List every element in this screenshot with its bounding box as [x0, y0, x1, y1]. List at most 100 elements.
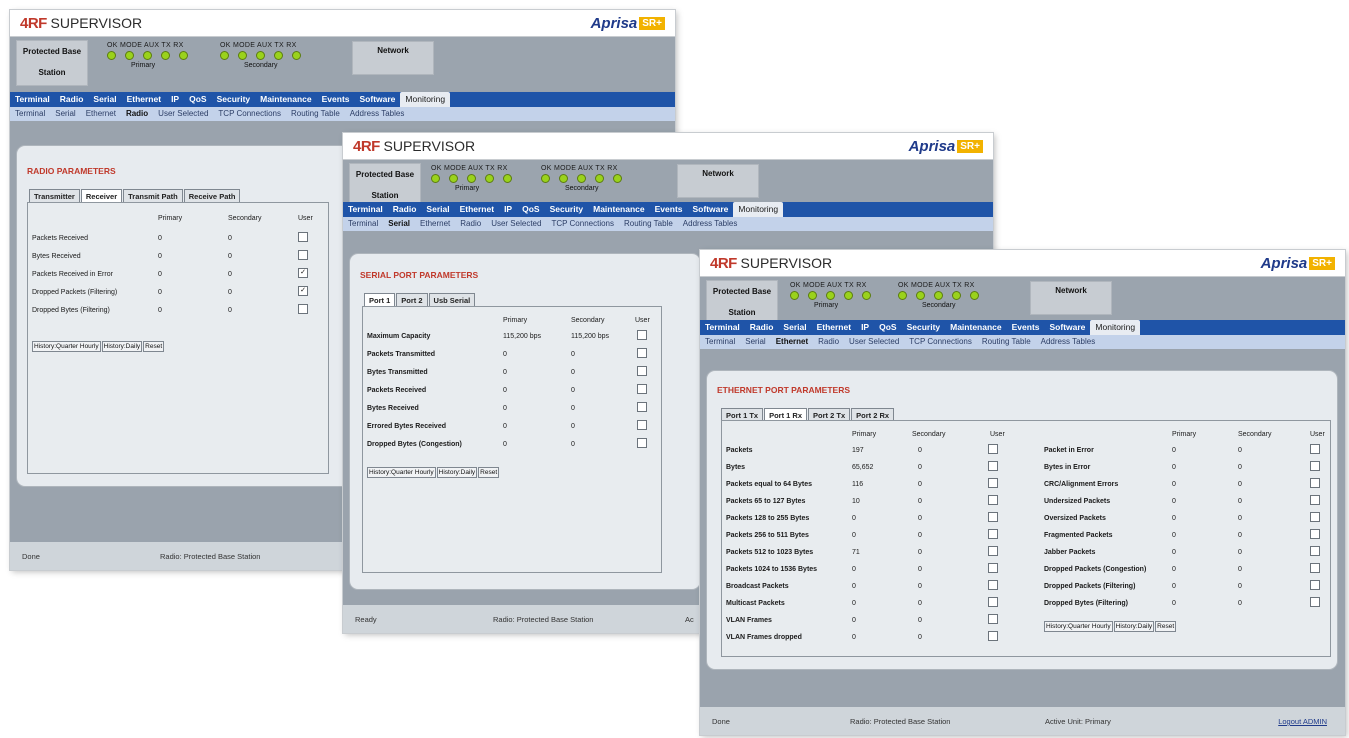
submenu-routing-table[interactable]: Routing Table [619, 217, 678, 231]
user-checkbox[interactable] [988, 631, 998, 641]
user-checkbox[interactable] [298, 304, 308, 314]
submenu-user-selected[interactable]: User Selected [486, 217, 546, 231]
menu-maintenance[interactable]: Maintenance [945, 320, 1007, 335]
user-checkbox[interactable] [298, 232, 308, 242]
user-checkbox[interactable] [988, 563, 998, 573]
submenu-user-selected[interactable]: User Selected [844, 335, 904, 349]
reset-button[interactable]: Reset [1155, 621, 1177, 632]
submenu-ethernet[interactable]: Ethernet [415, 217, 455, 231]
user-checkbox[interactable] [988, 495, 998, 505]
user-checkbox[interactable] [298, 250, 308, 260]
history-daily-button[interactable]: History:Daily [436, 467, 478, 478]
menu-events[interactable]: Events [317, 92, 355, 107]
menu-maintenance[interactable]: Maintenance [588, 202, 650, 217]
menu-monitoring[interactable]: Monitoring [400, 92, 451, 107]
user-checkbox[interactable] [1310, 563, 1320, 573]
submenu-tcp-connections[interactable]: TCP Connections [904, 335, 977, 349]
menu-qos[interactable]: QoS [517, 202, 544, 217]
user-checkbox[interactable] [988, 512, 998, 522]
network-badge[interactable]: Network [677, 164, 759, 198]
submenu-routing-table[interactable]: Routing Table [977, 335, 1036, 349]
menu-radio[interactable]: Radio [388, 202, 422, 217]
user-checkbox[interactable] [1310, 597, 1320, 607]
menu-monitoring[interactable]: Monitoring [1090, 320, 1141, 335]
menu-qos[interactable]: QoS [184, 92, 211, 107]
submenu-terminal[interactable]: Terminal [10, 107, 50, 121]
user-checkbox[interactable] [988, 444, 998, 454]
menu-events[interactable]: Events [650, 202, 688, 217]
user-checkbox[interactable] [637, 420, 647, 430]
menu-serial[interactable]: Serial [778, 320, 811, 335]
menu-radio[interactable]: Radio [745, 320, 779, 335]
network-badge[interactable]: Network [352, 41, 434, 75]
submenu-address-tables[interactable]: Address Tables [678, 217, 743, 231]
submenu-ethernet[interactable]: Ethernet [771, 335, 813, 349]
menu-security[interactable]: Security [212, 92, 256, 107]
submenu-radio[interactable]: Radio [121, 107, 153, 121]
history-quarter-hourly-button[interactable]: History:Quarter Hourly [367, 467, 436, 478]
menu-ip[interactable]: IP [499, 202, 517, 217]
submenu-ethernet[interactable]: Ethernet [81, 107, 121, 121]
user-checkbox[interactable] [988, 461, 998, 471]
submenu-terminal[interactable]: Terminal [700, 335, 740, 349]
user-checkbox[interactable] [1310, 461, 1320, 471]
submenu-tcp-connections[interactable]: TCP Connections [546, 217, 619, 231]
network-badge[interactable]: Network [1030, 281, 1112, 315]
user-checkbox[interactable] [637, 438, 647, 448]
menu-terminal[interactable]: Terminal [700, 320, 745, 335]
station-badge[interactable]: Protected Base Station [16, 40, 88, 86]
submenu-serial[interactable]: Serial [50, 107, 80, 121]
submenu-routing-table[interactable]: Routing Table [286, 107, 345, 121]
menu-software[interactable]: Software [1045, 320, 1091, 335]
user-checkbox[interactable] [1310, 495, 1320, 505]
menu-ethernet[interactable]: Ethernet [455, 202, 499, 217]
menu-security[interactable]: Security [902, 320, 946, 335]
menu-radio[interactable]: Radio [55, 92, 89, 107]
submenu-terminal[interactable]: Terminal [343, 217, 383, 231]
menu-maintenance[interactable]: Maintenance [255, 92, 317, 107]
history-daily-button[interactable]: History:Daily [101, 341, 143, 352]
menu-monitoring[interactable]: Monitoring [733, 202, 784, 217]
submenu-address-tables[interactable]: Address Tables [345, 107, 410, 121]
menu-ip[interactable]: IP [856, 320, 874, 335]
user-checkbox[interactable]: ✓ [298, 268, 308, 278]
menu-ethernet[interactable]: Ethernet [812, 320, 856, 335]
user-checkbox[interactable]: ✓ [298, 286, 308, 296]
user-checkbox[interactable] [988, 546, 998, 556]
user-checkbox[interactable] [1310, 546, 1320, 556]
submenu-serial[interactable]: Serial [740, 335, 770, 349]
submenu-tcp-connections[interactable]: TCP Connections [213, 107, 286, 121]
user-checkbox[interactable] [988, 580, 998, 590]
user-checkbox[interactable] [1310, 478, 1320, 488]
history-quarter-hourly-button[interactable]: History:Quarter Hourly [1044, 621, 1113, 632]
user-checkbox[interactable] [637, 348, 647, 358]
user-checkbox[interactable] [1310, 444, 1320, 454]
user-checkbox[interactable] [637, 402, 647, 412]
user-checkbox[interactable] [1310, 529, 1320, 539]
menu-events[interactable]: Events [1007, 320, 1045, 335]
menu-security[interactable]: Security [545, 202, 589, 217]
reset-button[interactable]: Reset [143, 341, 165, 352]
submenu-radio[interactable]: Radio [813, 335, 844, 349]
user-checkbox[interactable] [988, 614, 998, 624]
submenu-user-selected[interactable]: User Selected [153, 107, 213, 121]
submenu-address-tables[interactable]: Address Tables [1036, 335, 1101, 349]
user-checkbox[interactable] [988, 478, 998, 488]
history-quarter-hourly-button[interactable]: History:Quarter Hourly [32, 341, 101, 352]
menu-qos[interactable]: QoS [874, 320, 901, 335]
user-checkbox[interactable] [988, 597, 998, 607]
submenu-serial[interactable]: Serial [383, 217, 415, 231]
menu-software[interactable]: Software [355, 92, 401, 107]
menu-terminal[interactable]: Terminal [10, 92, 55, 107]
logout-link[interactable]: Logout ADMIN [1278, 717, 1327, 726]
menu-ethernet[interactable]: Ethernet [122, 92, 166, 107]
menu-terminal[interactable]: Terminal [343, 202, 388, 217]
menu-software[interactable]: Software [688, 202, 734, 217]
menu-serial[interactable]: Serial [421, 202, 454, 217]
menu-ip[interactable]: IP [166, 92, 184, 107]
submenu-radio[interactable]: Radio [455, 217, 486, 231]
user-checkbox[interactable] [1310, 512, 1320, 522]
user-checkbox[interactable] [1310, 580, 1320, 590]
history-daily-button[interactable]: History:Daily [1113, 621, 1155, 632]
reset-button[interactable]: Reset [478, 467, 500, 478]
